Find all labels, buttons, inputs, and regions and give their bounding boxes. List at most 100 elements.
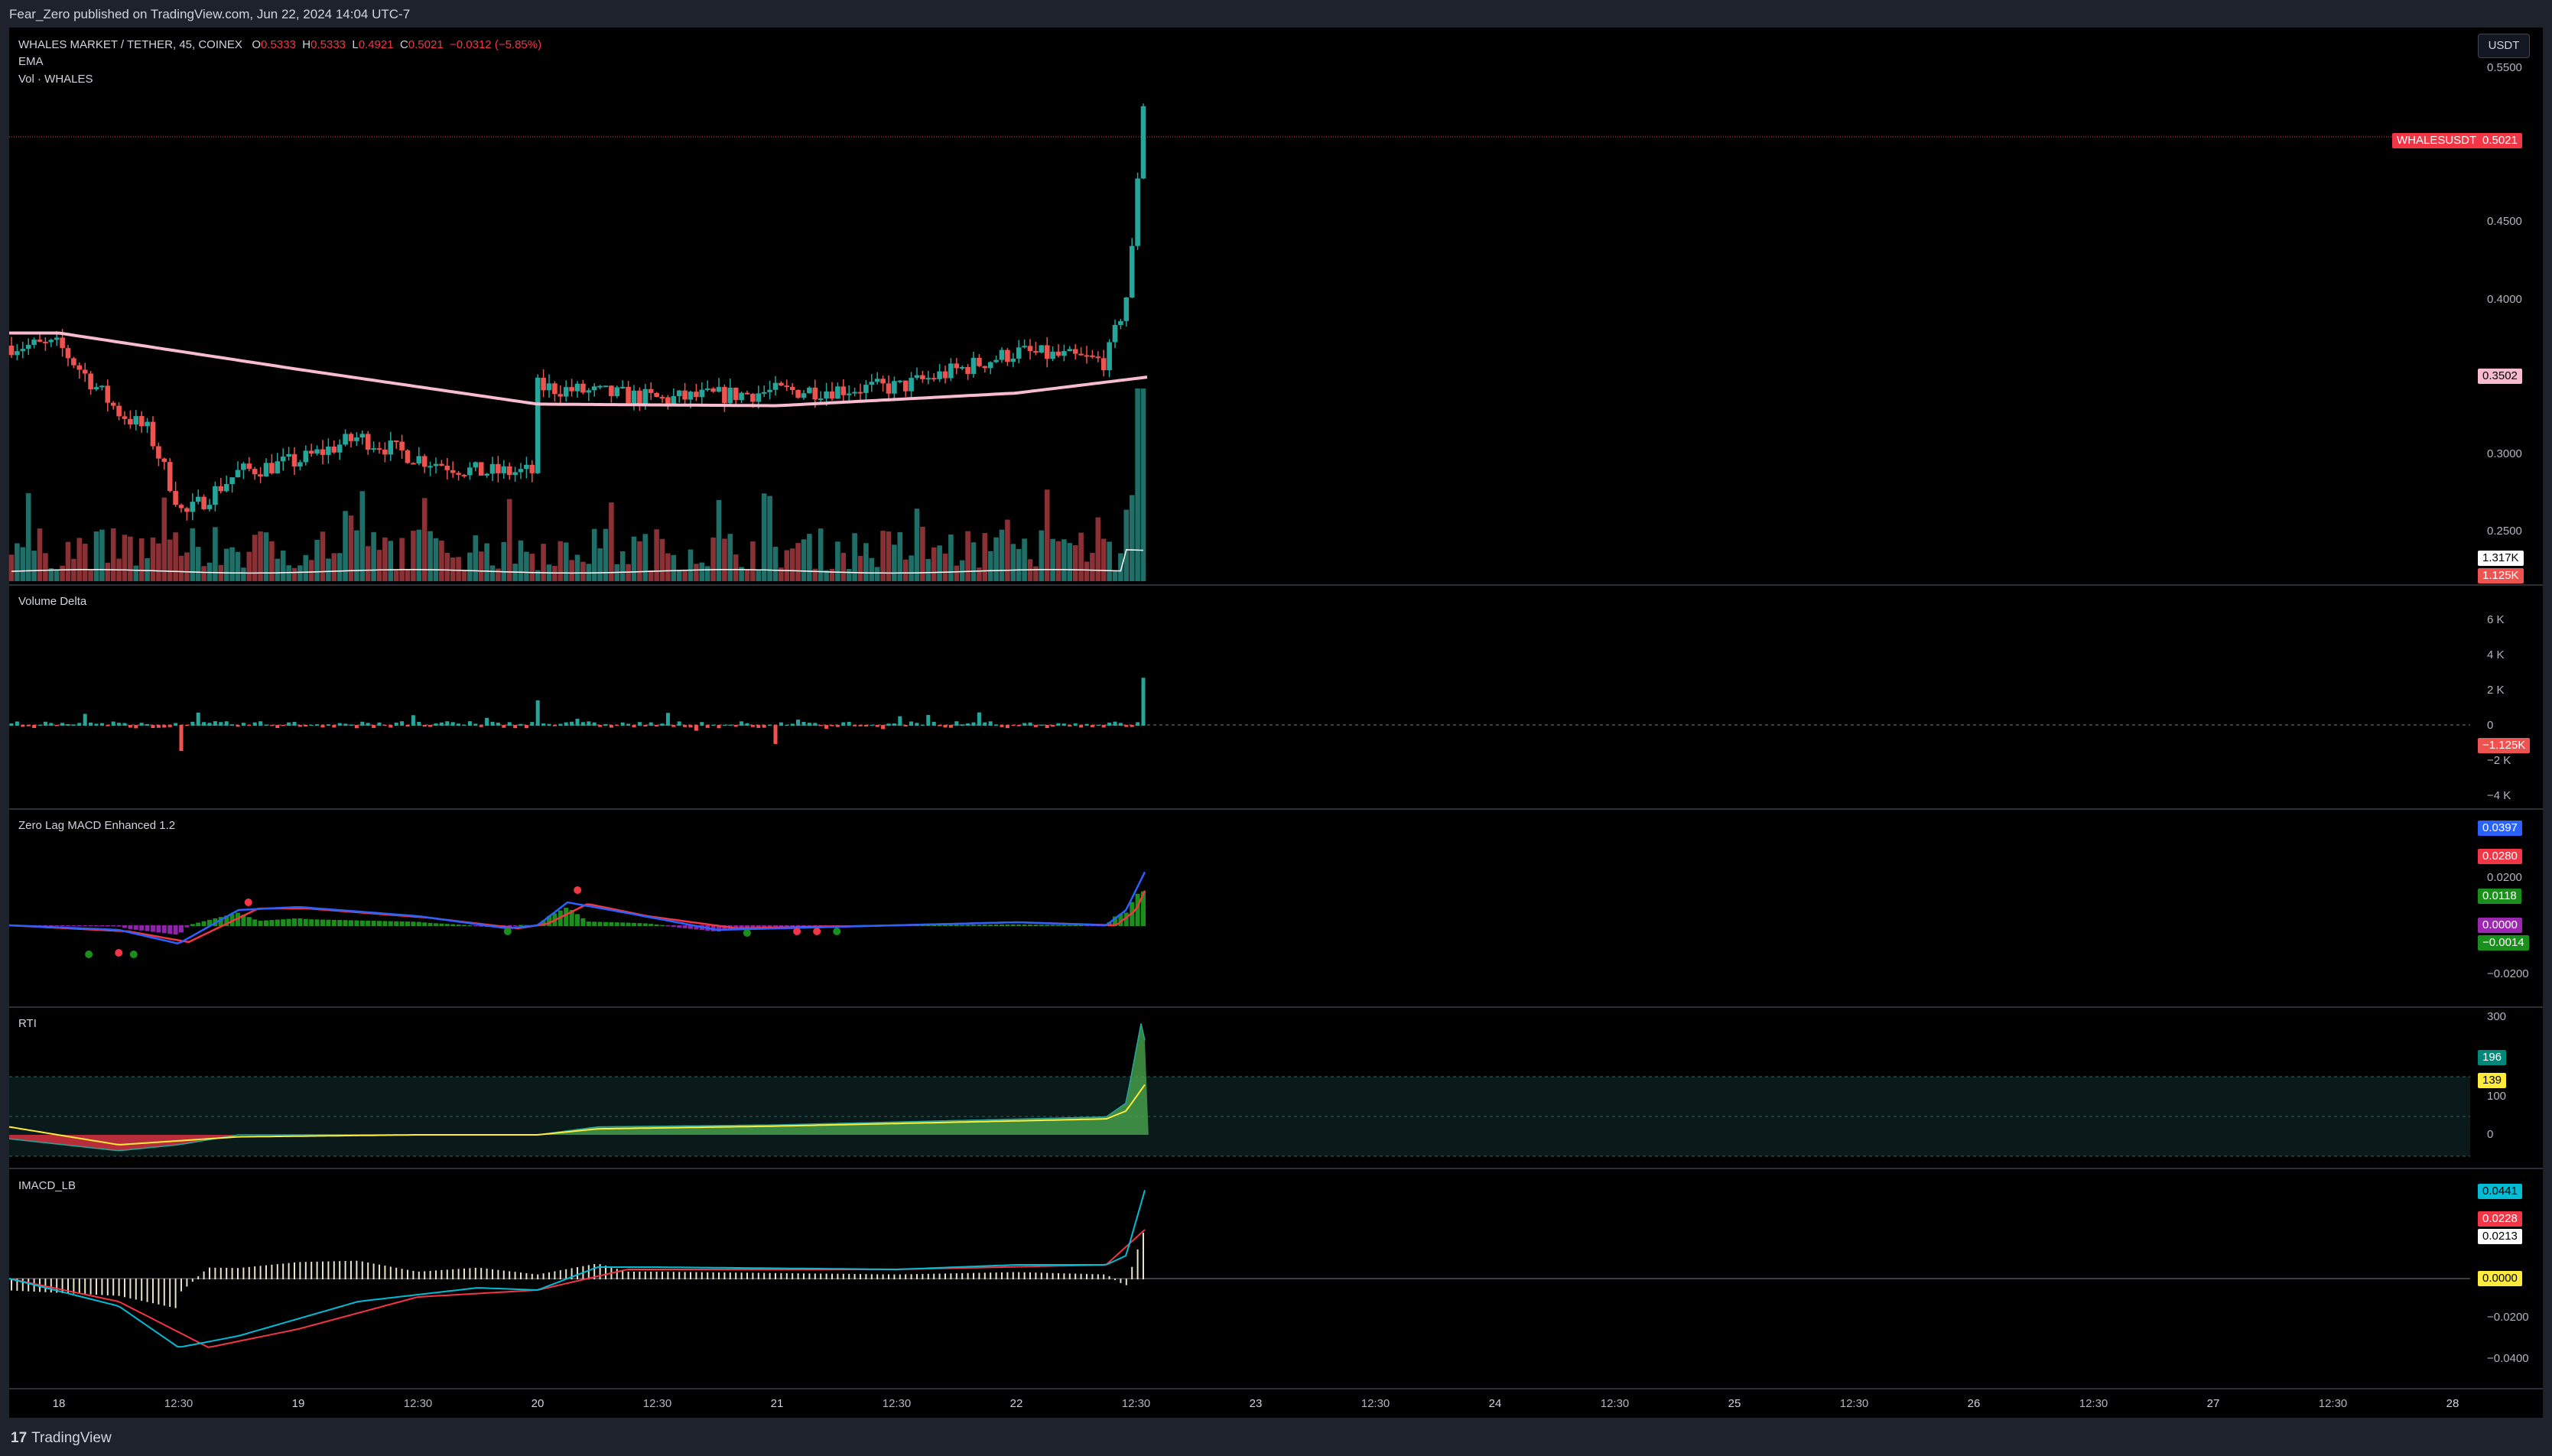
delta-bar	[496, 723, 500, 726]
delta-bar	[966, 723, 970, 726]
imacd-histogram-bar	[520, 1272, 522, 1279]
imacd-histogram-bar	[418, 1271, 420, 1279]
macd-histogram-bar	[649, 924, 654, 926]
imacd-histogram-bar	[1029, 1272, 1031, 1279]
symbol-title: WHALES MARKET / TETHER, 45, COINEX	[18, 38, 242, 51]
delta-bar	[224, 721, 229, 726]
candle	[48, 340, 54, 343]
volume-bar	[857, 555, 863, 581]
imacd-histogram-bar	[537, 1274, 539, 1279]
macd-histogram-bar	[1073, 925, 1078, 926]
delta-tick: 0	[2487, 719, 2494, 732]
delta-bar	[688, 725, 693, 728]
candle	[156, 446, 161, 459]
candle	[1027, 346, 1033, 352]
pane-separator[interactable]	[9, 1168, 2543, 1169]
macd-histogram-bar	[201, 921, 206, 926]
volume-bar	[563, 542, 569, 581]
candle	[1033, 351, 1039, 353]
delta-bar	[287, 722, 291, 726]
imacd-histogram-bar	[339, 1261, 341, 1279]
rti-legend[interactable]: RTI	[18, 1017, 37, 1030]
delta-bar	[99, 723, 104, 726]
volume-bar	[258, 531, 263, 581]
pane-separator[interactable]	[9, 1388, 2543, 1389]
volume-bar	[1072, 544, 1078, 581]
candle	[489, 463, 496, 474]
candle	[739, 392, 744, 401]
delta-bar	[281, 725, 285, 726]
imacd-histogram-bar	[395, 1267, 398, 1279]
delta-bar	[145, 723, 150, 726]
volume-bar	[676, 570, 682, 581]
delta-bar	[417, 722, 421, 726]
macd-histogram-bar	[965, 925, 970, 926]
macd-histogram-bar	[609, 921, 614, 926]
currency-button[interactable]: USDT	[2478, 34, 2530, 58]
imacd-histogram-bar	[565, 1269, 567, 1279]
ema-legend[interactable]: EMA	[18, 55, 44, 68]
imacd-histogram-bar	[322, 1261, 323, 1279]
volume-bar	[280, 550, 286, 581]
volume-bar	[716, 499, 722, 581]
candle	[478, 462, 484, 476]
pane-separator[interactable]	[9, 584, 2543, 586]
imacd-legend[interactable]: IMACD_LB	[18, 1179, 76, 1192]
delta-bar	[326, 724, 330, 726]
macd-histogram-bar	[71, 925, 76, 927]
macd-legend[interactable]: Zero Lag MACD Enhanced 1.2	[18, 819, 175, 832]
tradingview-logo[interactable]: 17 TradingView	[11, 1430, 112, 1447]
cross-dot	[793, 928, 801, 935]
price-tick: 0.5500	[2487, 61, 2522, 74]
volume-bar	[954, 565, 960, 581]
imacd-histogram-bar	[633, 1272, 635, 1279]
imacd-histogram-bar	[435, 1270, 437, 1279]
candle	[484, 473, 489, 476]
imacd-histogram-bar	[304, 1262, 307, 1279]
delta-bar	[292, 721, 297, 726]
imacd-histogram-bar	[803, 1273, 805, 1279]
imacd-histogram-bar	[509, 1271, 511, 1279]
candle	[286, 453, 291, 457]
imacd-histogram-bar	[350, 1260, 352, 1279]
volume-bar	[43, 553, 48, 581]
macd-histogram-bar	[450, 924, 456, 926]
candle	[1118, 320, 1123, 325]
volume-bar	[1061, 539, 1067, 581]
chart-canvas[interactable]	[0, 0, 2552, 1456]
volume-bar	[637, 541, 642, 581]
macd-histogram-bar	[366, 920, 371, 926]
volume-bar	[574, 554, 580, 581]
candle	[756, 393, 762, 402]
delta-bar	[1068, 725, 1072, 727]
volume-delta-legend[interactable]: Volume Delta	[18, 595, 86, 608]
volume-legend[interactable]: Vol · WHALES	[18, 73, 93, 86]
imacd-histogram-bar	[961, 1272, 964, 1279]
imacd-histogram-bar	[814, 1273, 816, 1279]
candle	[999, 349, 1005, 360]
imacd-hist-tag: 0.0213	[2478, 1229, 2522, 1244]
imacd-histogram-bar	[1018, 1272, 1020, 1279]
imacd-histogram-bar	[616, 1269, 618, 1279]
imacd-histogram-bar	[995, 1272, 997, 1279]
candle	[54, 337, 60, 340]
candle	[682, 390, 688, 400]
volume-bar	[982, 533, 988, 581]
imacd-histogram-bar	[644, 1272, 646, 1279]
delta-bar	[258, 721, 263, 726]
candle	[987, 362, 993, 369]
pane-separator[interactable]	[9, 1006, 2543, 1008]
delta-bar	[315, 724, 320, 726]
volume-bar	[54, 569, 60, 581]
pane-separator[interactable]	[9, 808, 2543, 810]
imacd-histogram-bar	[276, 1264, 278, 1279]
candle	[1067, 349, 1073, 352]
delta-bar	[938, 725, 942, 726]
candle	[20, 349, 26, 352]
volume-bar	[1100, 538, 1107, 581]
delta-bar	[1028, 722, 1032, 726]
volume-bar	[297, 565, 303, 581]
imacd-histogram-bar	[129, 1279, 132, 1298]
delta-bar	[490, 721, 495, 726]
imacd-histogram-bar	[548, 1272, 550, 1279]
